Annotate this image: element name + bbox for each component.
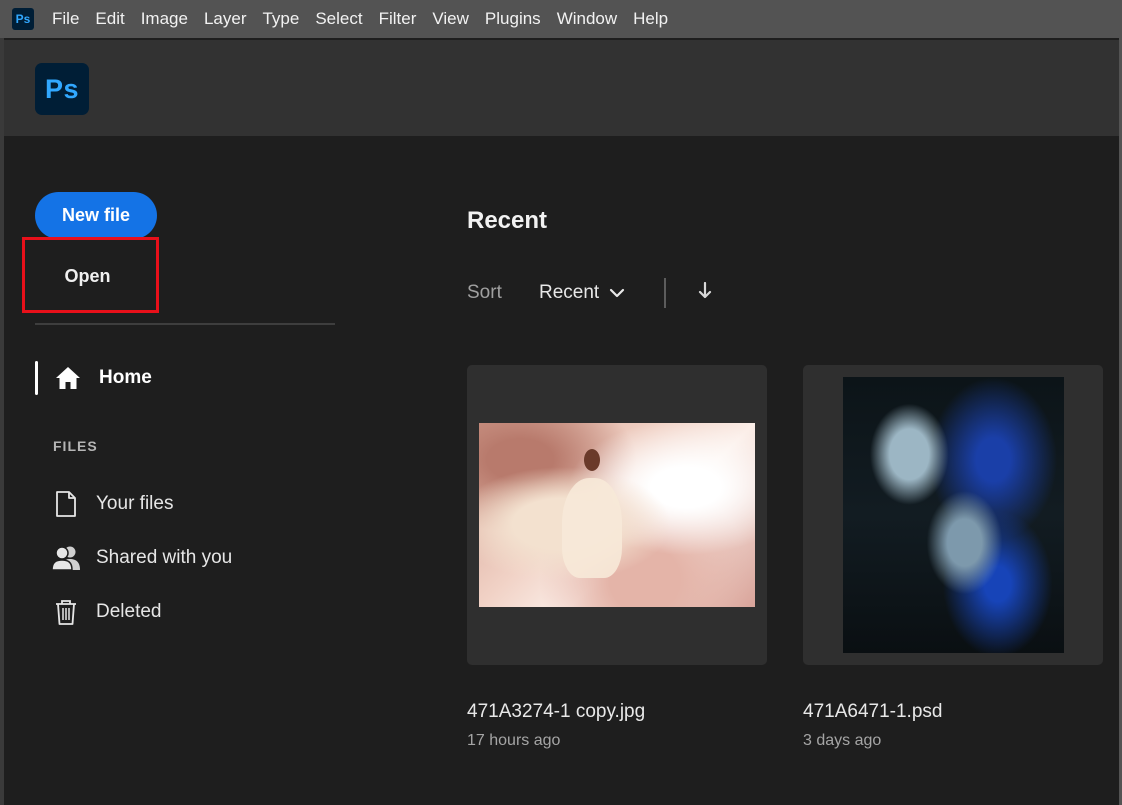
- arrow-down-icon: [698, 281, 712, 305]
- open-button[interactable]: Open: [40, 256, 135, 296]
- sort-divider: [664, 278, 666, 308]
- thumbnail-detail: [583, 448, 600, 471]
- sidebar-item-shared-with-you[interactable]: Shared with you: [50, 541, 350, 575]
- sidebar-item-label: Home: [99, 367, 152, 388]
- file-card[interactable]: [803, 365, 1103, 665]
- people-icon: [50, 543, 82, 573]
- menu-layer[interactable]: Layer: [196, 0, 255, 38]
- photoshop-logo: Ps: [35, 63, 89, 115]
- file-card[interactable]: [467, 365, 767, 665]
- menu-help[interactable]: Help: [625, 0, 676, 38]
- sidebar-item-home[interactable]: Home: [35, 360, 335, 396]
- file-thumbnail: [843, 377, 1064, 653]
- sidebar-item-label: Your files: [96, 493, 174, 514]
- menu-filter[interactable]: Filter: [371, 0, 425, 38]
- page-title: Recent: [467, 207, 548, 234]
- new-file-button[interactable]: New file: [35, 192, 157, 239]
- trash-icon: [50, 597, 82, 627]
- document-icon: [50, 489, 82, 519]
- sort-value: Recent: [539, 282, 600, 303]
- menu-file[interactable]: File: [44, 0, 87, 38]
- menu-view[interactable]: View: [424, 0, 477, 38]
- menu-image[interactable]: Image: [133, 0, 196, 38]
- sort-direction-button[interactable]: [694, 280, 716, 306]
- window-edge-left: [0, 38, 4, 805]
- sidebar-item-label: Deleted: [96, 601, 162, 622]
- home-header: Ps: [4, 40, 1119, 136]
- menu-window[interactable]: Window: [549, 0, 625, 38]
- sidebar-item-your-files[interactable]: Your files: [50, 487, 350, 521]
- menu-plugins[interactable]: Plugins: [477, 0, 549, 38]
- menu-edit[interactable]: Edit: [87, 0, 132, 38]
- sidebar-item-label: Shared with you: [96, 547, 233, 568]
- file-modified-time: 3 days ago: [803, 732, 882, 749]
- sort-label: Sort: [467, 282, 502, 303]
- chevron-down-icon: [609, 282, 625, 304]
- home-icon: [54, 364, 82, 392]
- menu-select[interactable]: Select: [307, 0, 370, 38]
- file-thumbnail: [479, 423, 755, 607]
- file-modified-time: 17 hours ago: [467, 732, 561, 749]
- file-name[interactable]: 471A6471-1.psd: [803, 701, 942, 723]
- sidebar-item-deleted[interactable]: Deleted: [50, 595, 350, 629]
- sort-dropdown[interactable]: Recent: [539, 278, 625, 308]
- thumbnail-detail: [561, 478, 622, 579]
- active-indicator: [35, 361, 38, 395]
- sidebar-divider: [35, 323, 335, 325]
- menu-type[interactable]: Type: [254, 0, 307, 38]
- files-section-heading: FILES: [53, 438, 98, 454]
- photoshop-app-icon[interactable]: Ps: [12, 8, 34, 30]
- menu-bar: Ps File Edit Image Layer Type Select Fil…: [0, 0, 1122, 38]
- file-name[interactable]: 471A3274-1 copy.jpg: [467, 701, 645, 723]
